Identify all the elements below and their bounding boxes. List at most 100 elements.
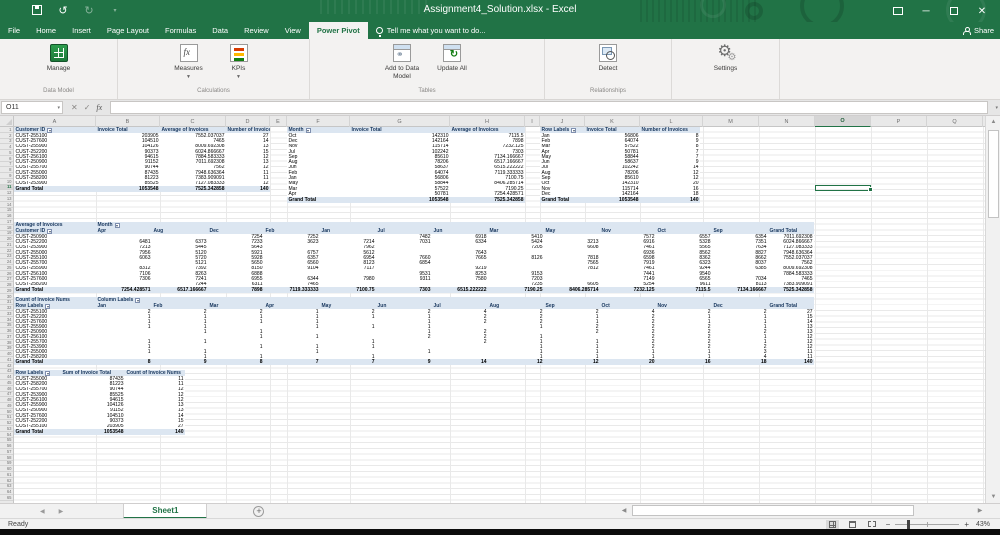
filter-dropdown-icon[interactable]	[114, 222, 120, 228]
vertical-scroll-thumb[interactable]	[988, 130, 999, 218]
formula-bar-expand-icon[interactable]: ▾	[995, 105, 998, 111]
filter-dropdown-icon[interactable]	[135, 297, 141, 303]
share-button[interactable]: Share	[962, 22, 994, 39]
new-sheet-icon[interactable]: +	[253, 505, 265, 517]
filter-dropdown-icon[interactable]	[47, 127, 53, 133]
manage-button[interactable]: Manage	[36, 42, 82, 73]
insert-function-icon[interactable]: fx	[96, 103, 102, 112]
column-header-K[interactable]: K	[585, 116, 640, 127]
scroll-right-icon[interactable]: ▶	[974, 507, 986, 514]
selected-cell[interactable]	[815, 184, 873, 192]
filter-dropdown-icon[interactable]	[47, 228, 53, 234]
page-break-view-button[interactable]	[866, 520, 879, 529]
maximize-button[interactable]	[940, 0, 968, 22]
button-label: Add to Data Model	[384, 65, 420, 81]
close-button[interactable]: ✕	[968, 0, 996, 22]
tab-home[interactable]: Home	[28, 22, 64, 39]
minimize-button[interactable]: ─	[912, 0, 940, 22]
tab-data[interactable]: Data	[204, 22, 236, 39]
zoom-slider[interactable]	[895, 519, 960, 529]
column-header-O[interactable]: O	[815, 116, 871, 127]
cell-value: 140	[690, 196, 699, 203]
horizontal-scrollbar[interactable]: ◀ ▶	[618, 504, 986, 517]
horizontal-scroll-thumb[interactable]	[632, 505, 914, 516]
filter-dropdown-icon[interactable]	[45, 303, 51, 309]
column-header-Q[interactable]: Q	[927, 116, 983, 127]
filter-dropdown-icon[interactable]	[45, 370, 51, 376]
tab-review[interactable]: Review	[236, 22, 277, 39]
column-header-M[interactable]: M	[703, 116, 759, 127]
name-box[interactable]: O11 ▾	[1, 101, 63, 114]
scroll-down-icon[interactable]: ▼	[986, 491, 1000, 503]
settings-button[interactable]: Settings	[703, 42, 749, 73]
column-header-B[interactable]: B	[96, 116, 160, 127]
name-box-dropdown-icon[interactable]: ▾	[57, 105, 60, 111]
kpis-button[interactable]: KPIs ▼	[216, 42, 262, 80]
update-all-button[interactable]: Update All	[429, 42, 475, 73]
tell-me-box[interactable]: Tell me what you want to do...	[368, 22, 494, 39]
pivot-customer-sum-count[interactable]: Row Labels Sum of Invoice Total Count of I…	[14, 370, 185, 435]
column-header-F[interactable]: F	[287, 116, 350, 127]
pivot-month-counts[interactable]: Row Labels Invoice Total Number of Invoice…	[540, 127, 700, 203]
tab-file[interactable]: File	[0, 22, 28, 39]
cell-label: Grand Total	[15, 286, 44, 293]
cell-label: Grand Total	[15, 359, 44, 365]
filter-dropdown-icon[interactable]	[571, 127, 577, 133]
tab-insert[interactable]: Insert	[64, 22, 99, 39]
ribbon-group-settings: Settings	[672, 39, 780, 99]
pivot-month-summary[interactable]: Month Invoice Total Average of Invoices Oct…	[287, 127, 525, 203]
sheet-tab-next-icon[interactable]: ▶	[59, 508, 64, 515]
measures-icon	[179, 44, 198, 62]
page-layout-view-button[interactable]	[846, 520, 859, 529]
scroll-left-icon[interactable]: ◀	[618, 507, 630, 514]
pivot-average-matrix[interactable]: Average of Invoices Month Customer ID Apr Au…	[14, 222, 814, 293]
column-header-L[interactable]: L	[640, 116, 703, 127]
column-headers[interactable]: ABCDEFGHIJKLMNOPQ	[0, 116, 985, 127]
scroll-up-icon[interactable]: ▲	[986, 116, 1000, 128]
ribbon-group-label: Calculations	[197, 88, 230, 94]
column-header-N[interactable]: N	[759, 116, 815, 127]
cancel-formula-icon[interactable]: ✕	[71, 103, 78, 112]
normal-view-button[interactable]	[825, 519, 839, 529]
row-header-65[interactable]: 65	[0, 495, 13, 501]
cell-label: Grand Total	[15, 185, 44, 192]
add-to-data-model-button[interactable]: Add to Data Model	[379, 42, 425, 81]
sheet-tab-sheet1[interactable]: Sheet1	[123, 503, 208, 519]
detect-button[interactable]: Detect	[585, 42, 631, 73]
select-all-corner[interactable]	[0, 116, 14, 127]
formula-input[interactable]	[110, 101, 988, 114]
filter-dropdown-icon[interactable]	[305, 127, 311, 133]
column-header-H[interactable]: H	[450, 116, 525, 127]
column-header-G[interactable]: G	[350, 116, 450, 127]
dropdown-icon: ▼	[186, 74, 191, 81]
vertical-scrollbar[interactable]: ▲ ▼	[985, 116, 1000, 503]
measures-button[interactable]: Measures ▼	[166, 42, 212, 80]
tab-formulas[interactable]: Formulas	[157, 22, 204, 39]
enter-formula-icon[interactable]: ✓	[84, 103, 91, 112]
cell-value: 1053548	[139, 185, 159, 192]
pivot-count-matrix[interactable]: Count of Invoice Nums Column Labels Row La…	[14, 297, 814, 365]
tell-me-label: Tell me what you want to do...	[386, 26, 486, 35]
zoom-in-icon[interactable]: +	[964, 520, 969, 529]
column-header-J[interactable]: J	[540, 116, 585, 127]
cell-value: 140	[260, 185, 269, 192]
zoom-level[interactable]: 43%	[976, 521, 996, 528]
sheet-tab-prev-icon[interactable]: ◀	[40, 508, 45, 515]
table-row: Grand Total 1053548 140	[540, 196, 700, 203]
tab-view[interactable]: View	[277, 22, 309, 39]
pivot-customer-summary[interactable]: Customer ID Invoice Total Average of Invoi…	[14, 127, 270, 192]
sheet-area[interactable]: ABCDEFGHIJKLMNOPQ 1 2 3 4 5 6 7 8 9 10 11 12 13 14 15 1…	[0, 116, 1000, 503]
column-header-P[interactable]: P	[871, 116, 927, 127]
row-headers[interactable]: 1 2 3 4 5 6 7 8 9 10 11 12 13 14 15 16 17 18 19 20 21 22 23 24 2…	[0, 127, 14, 503]
column-header-A[interactable]: A	[14, 116, 96, 127]
column-header-C[interactable]: C	[160, 116, 226, 127]
column-header-I[interactable]: I	[525, 116, 540, 127]
button-label: Settings	[713, 65, 738, 72]
zoom-out-icon[interactable]: −	[886, 520, 891, 529]
tab-page-layout[interactable]: Page Layout	[99, 22, 157, 39]
zoom-slider-knob[interactable]	[907, 519, 911, 529]
tab-power-pivot[interactable]: Power Pivot	[308, 22, 368, 39]
ribbon-display-options-icon[interactable]	[884, 0, 912, 22]
column-header-D[interactable]: D	[226, 116, 270, 127]
column-header-E[interactable]: E	[270, 116, 287, 127]
